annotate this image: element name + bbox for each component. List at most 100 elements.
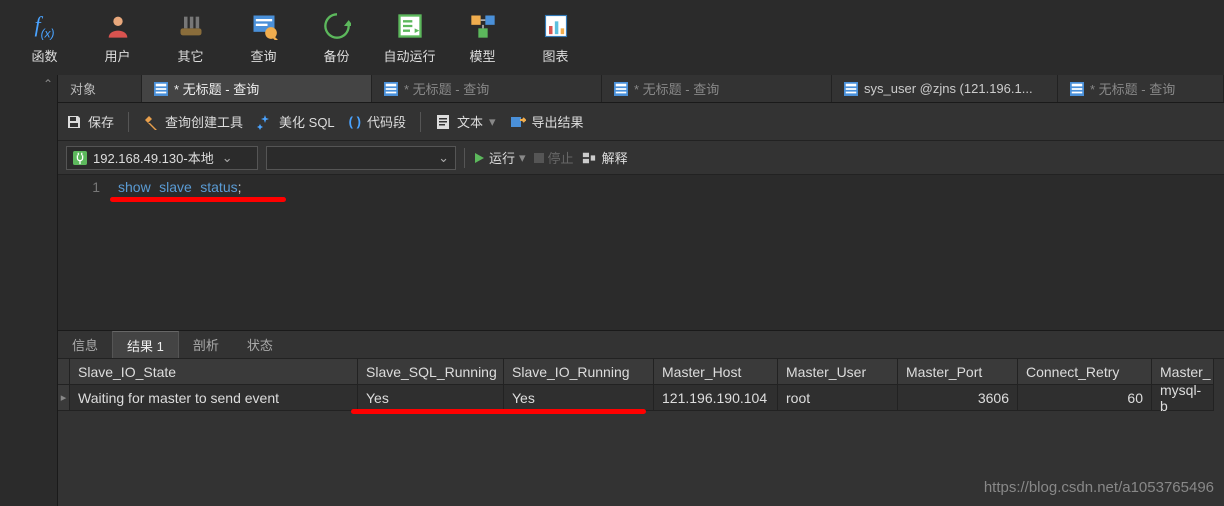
tab-status[interactable]: 状态 xyxy=(233,331,287,358)
plug-icon xyxy=(73,151,87,165)
cell[interactable]: 3606 xyxy=(898,385,1018,411)
explain-icon xyxy=(582,151,596,165)
tab-query-5[interactable]: * 无标题 - 查询 xyxy=(1058,75,1224,102)
col-header[interactable]: Connect_Retry xyxy=(1018,359,1152,385)
connection-label: 192.168.49.130-本地 xyxy=(93,148,214,167)
tab-label: * 无标题 - 查询 xyxy=(634,79,719,98)
separator xyxy=(128,112,129,132)
save-button[interactable]: 保存 xyxy=(66,112,114,131)
database-dropdown[interactable]: ⌄ xyxy=(266,146,456,170)
tab-objects[interactable]: 对象 xyxy=(58,75,142,102)
fx-icon: f(x) xyxy=(29,10,61,42)
chevron-down-icon: ⌄ xyxy=(222,150,233,166)
chart-icon xyxy=(540,10,572,42)
connection-dropdown[interactable]: 192.168.49.130-本地 ⌄ xyxy=(66,146,258,170)
text-button[interactable]: 文本 ▾ xyxy=(435,112,496,131)
collapse-icon[interactable]: ⌃ xyxy=(43,77,53,91)
snippet-button[interactable]: ( ) 代码段 xyxy=(349,112,406,131)
result-tabs: 信息 结果 1 剖析 状态 xyxy=(58,331,1224,359)
cell[interactable]: Yes xyxy=(504,385,654,411)
beautify-button[interactable]: 美化 SQL xyxy=(257,112,335,131)
connection-bar: 192.168.49.130-本地 ⌄ ⌄ 运行 ▾ 停止 解释 xyxy=(58,141,1224,175)
separator xyxy=(464,148,465,168)
col-header[interactable]: Slave_IO_State xyxy=(70,359,358,385)
col-header[interactable]: Slave_IO_Running xyxy=(504,359,654,385)
cell[interactable]: 60 xyxy=(1018,385,1152,411)
explain-button[interactable]: 解释 xyxy=(582,148,628,167)
play-icon xyxy=(473,152,485,164)
annotation-underline xyxy=(110,197,286,202)
stop-icon xyxy=(534,153,544,163)
rtab-label: 剖析 xyxy=(193,335,219,354)
tab-query-1[interactable]: * 无标题 - 查询 xyxy=(142,75,372,102)
export-button[interactable]: 导出结果 xyxy=(510,112,584,131)
sql-editor[interactable]: 1 show slave status; xyxy=(58,175,1224,330)
table-icon xyxy=(1070,82,1084,96)
tool-label: 模型 xyxy=(469,46,495,65)
tool-query[interactable]: 查询 xyxy=(227,3,300,73)
tool-backup[interactable]: 备份 xyxy=(300,3,373,73)
cell[interactable]: root xyxy=(778,385,898,411)
run-button[interactable]: 运行 ▾ xyxy=(473,148,526,167)
model-icon xyxy=(467,10,499,42)
document-icon xyxy=(435,114,451,130)
action-label: 查询创建工具 xyxy=(165,112,243,131)
action-label: 美化 SQL xyxy=(279,112,335,131)
action-label: 代码段 xyxy=(367,112,406,131)
col-header[interactable]: Master_Port xyxy=(898,359,1018,385)
tab-label: * 无标题 - 查询 xyxy=(174,79,259,98)
chevron-down-icon: ▾ xyxy=(489,114,496,130)
tab-info[interactable]: 信息 xyxy=(58,331,112,358)
tab-label: sys_user @zjns (121.196.1... xyxy=(864,81,1033,96)
export-icon xyxy=(510,114,526,130)
col-header[interactable]: Slave_SQL_Running xyxy=(358,359,504,385)
cell[interactable]: mysql-b xyxy=(1152,385,1214,411)
tab-label: * 无标题 - 查询 xyxy=(1090,79,1175,98)
tool-label: 函数 xyxy=(31,46,57,65)
tool-other[interactable]: 其它 xyxy=(154,3,227,73)
row-indicator: ▸ xyxy=(58,385,70,411)
sql-keyword: slave xyxy=(159,179,192,195)
backup-icon xyxy=(321,10,353,42)
tool-user[interactable]: 用户 xyxy=(81,3,154,73)
brackets-icon: ( ) xyxy=(349,114,361,129)
annotation-underline xyxy=(351,409,646,414)
main-toolbar: f(x) 函数 用户 其它 查询 备份 自动运行 模型 图表 xyxy=(0,0,1224,75)
rtab-label: 状态 xyxy=(247,335,273,354)
watermark: https://blog.csdn.net/a1053765496 xyxy=(984,479,1214,496)
tab-profile[interactable]: 剖析 xyxy=(179,331,233,358)
query-builder-button[interactable]: 查询创建工具 xyxy=(143,112,243,131)
run-label: 运行 xyxy=(489,148,515,167)
table-icon xyxy=(154,82,168,96)
line-gutter: 1 xyxy=(58,175,110,330)
table-icon xyxy=(384,82,398,96)
query-icon xyxy=(248,10,280,42)
tool-autorun[interactable]: 自动运行 xyxy=(373,3,446,73)
rtab-label: 结果 1 xyxy=(127,336,164,355)
autorun-icon xyxy=(394,10,426,42)
separator xyxy=(420,112,421,132)
tab-query-3[interactable]: * 无标题 - 查询 xyxy=(602,75,832,102)
cell[interactable]: 121.196.190.104 xyxy=(654,385,778,411)
sparkle-icon xyxy=(257,114,273,130)
tab-result1[interactable]: 结果 1 xyxy=(112,331,179,358)
cell[interactable]: Yes xyxy=(358,385,504,411)
tool-chart[interactable]: 图表 xyxy=(519,3,592,73)
tab-query-2[interactable]: * 无标题 - 查询 xyxy=(372,75,602,102)
sql-punct: ; xyxy=(238,179,242,195)
col-header[interactable]: Master_User xyxy=(778,359,898,385)
cell[interactable]: Waiting for master to send event xyxy=(70,385,358,411)
tool-model[interactable]: 模型 xyxy=(446,3,519,73)
code-area[interactable]: show slave status; xyxy=(110,175,242,330)
chevron-down-icon: ⌄ xyxy=(438,150,449,166)
tool-function[interactable]: f(x) 函数 xyxy=(8,3,81,73)
tab-sysuser[interactable]: sys_user @zjns (121.196.1... xyxy=(832,75,1058,102)
table-icon xyxy=(614,82,628,96)
tool-label: 图表 xyxy=(542,46,568,65)
table-icon xyxy=(844,82,858,96)
header-handle xyxy=(58,359,70,385)
action-label: 文本 xyxy=(457,112,483,131)
col-header[interactable]: Master_Host xyxy=(654,359,778,385)
stop-label: 停止 xyxy=(548,148,574,167)
document-tabs: 对象 * 无标题 - 查询 * 无标题 - 查询 * 无标题 - 查询 sys_… xyxy=(58,75,1224,103)
